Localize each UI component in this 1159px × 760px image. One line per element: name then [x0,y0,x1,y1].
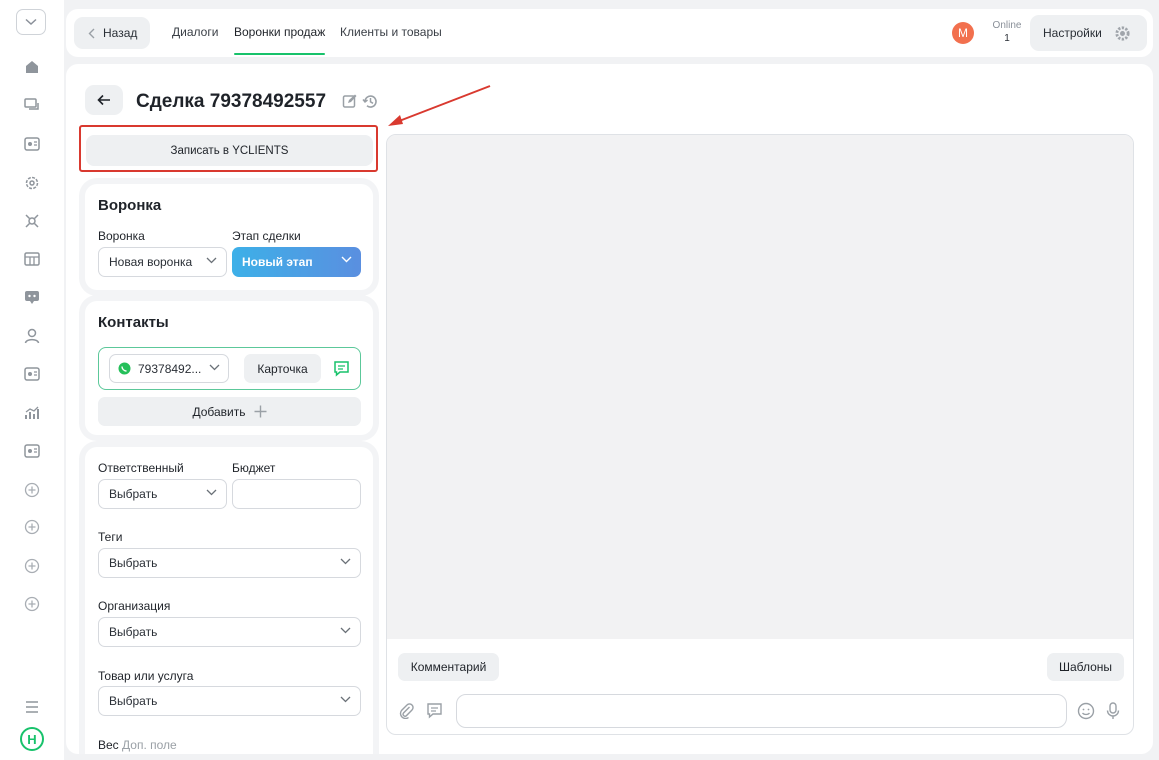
weight-hint: Доп. поле [122,738,177,752]
chats-icon[interactable] [22,95,42,115]
chevron-left-icon [88,28,95,38]
comment-button[interactable]: Комментарий [398,653,499,681]
annotation-arrow [388,85,491,126]
avatar-letter: M [958,26,968,40]
tags-select[interactable]: Выбрать [98,548,361,578]
gear-icon[interactable] [22,173,42,193]
chevron-down-icon [25,18,37,26]
left-sidebar: H [0,0,64,760]
tab-sales-funnels[interactable]: Воронки продаж [234,25,326,55]
add-icon[interactable] [22,517,42,537]
contact-card-icon[interactable] [22,134,42,154]
home-icon[interactable] [22,57,42,77]
back-button[interactable]: Назад [74,17,150,49]
menu-icon[interactable] [22,697,42,717]
funnel-label: Воронка [98,229,145,243]
product-label: Товар или услуга [98,669,194,683]
history-icon[interactable] [362,93,379,110]
edit-icon[interactable] [342,93,358,109]
phone-select[interactable]: 79378492... [109,354,229,383]
message-icon[interactable] [333,360,350,377]
product-select[interactable]: Выбрать [98,686,361,716]
contacts-title: Контакты [98,314,169,331]
emoji-icon[interactable] [1077,702,1095,720]
tab-dialogs[interactable]: Диалоги [172,25,218,39]
responsible-value: Выбрать [109,487,158,501]
contact-card-icon[interactable] [22,441,42,461]
chevron-down-icon [206,489,217,496]
deal-back-button[interactable] [85,85,123,115]
stage-label: Этап сделки [232,229,301,243]
add-contact-button[interactable]: Добавить [98,397,361,426]
collapse-sidebar-button[interactable] [16,9,46,35]
app-logo[interactable]: H [20,727,44,751]
logo-letter: H [27,731,37,747]
organization-select[interactable]: Выбрать [98,617,361,647]
back-button-label: Назад [103,26,138,40]
microphone-icon[interactable] [1105,702,1121,720]
budget-input[interactable] [232,479,361,509]
online-label: Online [992,20,1022,31]
chevron-down-icon [340,627,351,634]
weight-label: Вес [98,738,119,752]
add-icon[interactable] [22,556,42,576]
gear-icon [1115,25,1130,41]
contacts-panel: Контакты 79378492... Карточка Добавить [85,301,373,435]
plus-icon [254,405,267,418]
message-input[interactable] [456,694,1067,728]
funnel-title: Воронка [98,197,162,214]
responsible-select[interactable]: Выбрать [98,479,227,509]
analytics-icon[interactable] [22,403,42,423]
settings-label: Настройки [1043,26,1102,40]
record-yclients-button[interactable]: Записать в YCLIENTS [86,135,373,166]
weight-field: Вес Доп. поле [98,738,177,752]
stage-select-value: Новый этап [242,255,313,269]
top-bar: Назад Диалоги Воронки продаж Клиенты и т… [66,9,1153,57]
integrations-icon[interactable] [22,211,42,231]
responsible-label: Ответственный [98,461,184,475]
add-icon[interactable] [22,594,42,614]
chevron-down-icon [206,257,217,264]
phone-value: 79378492... [138,361,202,376]
add-contact-label: Добавить [192,404,246,419]
card-button[interactable]: Карточка [244,354,321,383]
template-icon[interactable] [426,702,443,719]
product-value: Выбрать [109,694,158,708]
tab-clients-and-products[interactable]: Клиенты и товары [340,25,442,39]
bot-icon[interactable] [22,287,42,307]
online-indicator: Online 1 [990,19,1024,45]
contact-row: 79378492... Карточка [98,347,361,390]
chevron-down-icon [340,558,351,565]
settings-button[interactable]: Настройки [1030,15,1147,51]
arrow-left-icon [97,94,110,106]
chevron-down-icon [341,256,352,263]
templates-button[interactable]: Шаблоны [1047,653,1124,681]
add-icon[interactable] [22,480,42,500]
chevron-down-icon [340,696,351,703]
funnel-select[interactable]: Новая воронка [98,247,227,277]
paperclip-icon[interactable] [398,702,415,719]
tags-label: Теги [98,530,123,544]
page-title: Сделка 79378492557 [136,91,327,112]
online-count: 1 [1004,33,1010,44]
stage-select[interactable]: Новый этап [232,247,361,277]
organization-value: Выбрать [109,625,158,639]
budget-label: Бюджет [232,461,276,475]
chat-feed [387,135,1133,639]
chat-panel: Комментарий Шаблоны [386,134,1134,735]
details-panel: Ответственный Бюджет Выбрать Теги Выбрат… [85,447,373,754]
organization-label: Организация [98,599,171,613]
avatar[interactable]: M [952,22,974,44]
table-icon[interactable] [22,249,42,269]
tags-value: Выбрать [109,556,158,570]
contact-card-icon[interactable] [22,364,42,384]
funnel-select-value: Новая воронка [109,255,193,269]
user-icon[interactable] [22,326,42,346]
deal-page: Сделка 79378492557 Записать в YCLIENTS В… [66,64,1153,754]
funnel-panel: Воронка Воронка Этап сделки Новая воронк… [85,184,373,290]
whatsapp-icon [118,362,131,375]
chevron-down-icon [209,364,220,371]
